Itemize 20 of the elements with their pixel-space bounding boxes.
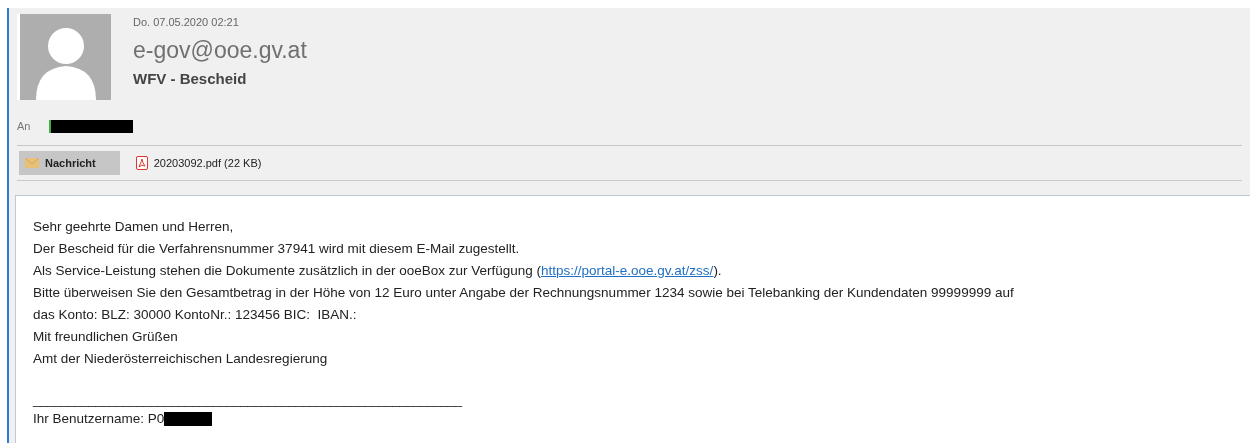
- body-text-line: Sehr geehrte Damen und Herren,: [33, 218, 235, 236]
- redaction-bar: [164, 412, 213, 426]
- attachment-tab[interactable]: 20203092.pdf (22 KB): [129, 151, 268, 175]
- body-text-line: Amt der Niederösterreichischen Landesregierung: [33, 350, 329, 368]
- body-text-line: Mit freundlichen Grüßen: [33, 328, 179, 346]
- pdf-file-icon: [135, 156, 148, 170]
- message-date: Do. 07.05.2020 02:21: [133, 15, 240, 30]
- signature-rule-text: ______________________________________________________________: [33, 392, 462, 408]
- body-text-line: Als Service-Leistung stehen die Dokumente zusätzlich in der ooeBox zur Verfügung (https://portal-e.ooe.gv.at/zss/).: [33, 262, 723, 280]
- username-label: Ihr Benutzername: P0: [33, 410, 165, 428]
- body-text-line: das Konto: BLZ: 30000 KontoNr.: 123456 BIC: IBAN.:: [33, 306, 358, 324]
- envelope-icon: [25, 158, 39, 168]
- portal-link[interactable]: https://portal-e.ooe.gv.at/zss/: [541, 263, 714, 278]
- body-text-line: Bitte überweisen Sie den Gesamtbetrag in der Höhe von 12 Euro unter Angabe der Rechnungsnummer 1234 sowie bei Telebanking der Kundendaten 99999999 auf: [33, 284, 1015, 302]
- message-tab[interactable]: Nachricht: [19, 151, 120, 175]
- sender-address: e-gov@ooe.gv.at: [133, 36, 307, 65]
- avatar-silhouette-icon: [17, 14, 111, 100]
- message-subject: WFV - Bescheid: [133, 69, 248, 89]
- body-text-line: Der Bescheid für die Verfahrensnummer 37941 wird mit diesem E-Mail zugestellt.: [33, 240, 521, 258]
- recipient-label: An: [17, 118, 32, 134]
